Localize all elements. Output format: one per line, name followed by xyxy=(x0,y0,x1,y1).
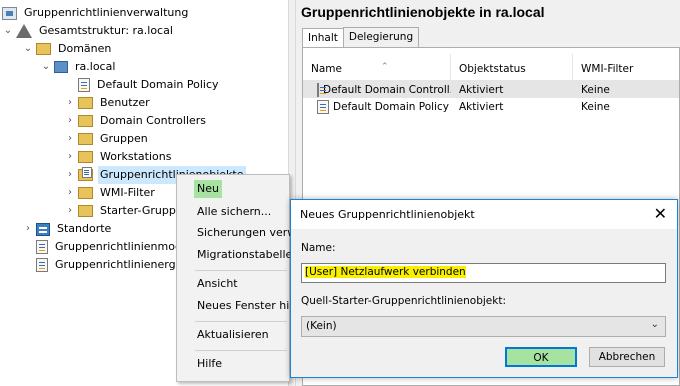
chevron-right-icon[interactable]: › xyxy=(64,148,76,166)
context-menu: Neu Alle sichern... Sicherungen verw Mig… xyxy=(176,174,296,382)
chevron-right-icon[interactable]: › xyxy=(64,130,76,148)
chevron-down-icon[interactable]: ⌄ xyxy=(2,22,14,40)
tree-item-gruppen[interactable]: › Gruppen xyxy=(64,130,150,148)
menu-separator xyxy=(195,270,287,271)
column-label: Name xyxy=(311,63,342,75)
menu-separator xyxy=(195,321,287,322)
tree-item-label: Default Domain Policy xyxy=(97,78,219,91)
gpo-icon xyxy=(317,99,329,114)
cell-wmi: Keine xyxy=(581,83,610,96)
tree-item-label: Gruppenrichtlinienverwaltung xyxy=(24,6,189,19)
table-row[interactable]: Default Domain Controll... Aktiviert Kei… xyxy=(303,81,679,98)
tree-item-label: Gesamtstruktur: ra.local xyxy=(39,24,173,37)
tree-item-label: Benutzer xyxy=(100,96,150,109)
column-header-name[interactable]: ⌃ Name xyxy=(303,54,451,80)
tree-item-forest[interactable]: ⌄ Gesamtstruktur: ra.local xyxy=(2,22,175,40)
close-icon[interactable]: ✕ xyxy=(654,205,667,223)
tree-item-label: Domain Controllers xyxy=(100,114,207,127)
tree-item-root[interactable]: Gruppenrichtlinienverwaltung xyxy=(2,4,190,22)
menu-item-neu[interactable]: Neu xyxy=(194,180,222,198)
tree-item-default-domain-policy[interactable]: Default Domain Policy xyxy=(64,76,221,94)
folder-icon xyxy=(78,115,93,127)
starter-gpo-value: (Kein) xyxy=(306,320,337,332)
ok-button[interactable]: OK xyxy=(505,347,577,367)
name-label: Name: xyxy=(301,242,336,254)
tree-item-workstations[interactable]: › Workstations xyxy=(64,148,173,166)
sites-icon xyxy=(36,222,50,236)
menu-item-migrationstabelle[interactable]: Migrationstabelle xyxy=(197,246,292,264)
chevron-down-icon[interactable]: ⌄ xyxy=(40,58,52,76)
column-header-status[interactable]: Objektstatus xyxy=(451,54,573,80)
tree-item-domain-ralocal[interactable]: ⌄ ra.local xyxy=(40,58,117,76)
menu-item-ansicht[interactable]: Ansicht xyxy=(197,275,238,293)
starter-gpo-select[interactable]: (Kein) ⌄ xyxy=(301,316,666,337)
tab-strip: Inhalt Delegierung xyxy=(302,27,420,48)
chevron-right-icon[interactable]: › xyxy=(64,94,76,112)
tab-delegierung[interactable]: Delegierung xyxy=(342,27,420,47)
sort-ascending-icon: ⌃ xyxy=(381,62,389,72)
name-input[interactable]: [User] Netzlaufwerk verbinden xyxy=(301,263,666,283)
chevron-right-icon[interactable]: › xyxy=(64,202,76,220)
tree-item-label: ra.local xyxy=(75,60,116,73)
column-header-wmi[interactable]: WMI-Filter xyxy=(573,54,679,80)
menu-separator xyxy=(195,350,287,351)
folder-icon xyxy=(78,133,93,145)
cell-name: Default Domain Policy xyxy=(303,99,451,114)
folder-icon xyxy=(78,97,93,109)
chevron-down-icon: ⌄ xyxy=(650,319,659,330)
results-icon xyxy=(36,258,48,272)
menu-item-sicherungen-verwalten[interactable]: Sicherungen verw xyxy=(197,224,296,242)
gpo-folder-icon xyxy=(78,167,93,181)
folder-icon xyxy=(36,43,51,55)
tree-item-label: WMI-Filter xyxy=(100,186,155,199)
chevron-down-icon[interactable]: ⌄ xyxy=(22,40,34,58)
tree-item-label: Workstations xyxy=(100,150,172,163)
menu-item-aktualisieren[interactable]: Aktualisieren xyxy=(197,326,269,344)
dialog-titlebar[interactable]: Neues Gruppenrichtlinienobjekt ✕ xyxy=(291,200,677,229)
page-title: Gruppenrichtlinienobjekte in ra.local xyxy=(301,4,545,20)
dialog-title: Neues Gruppenrichtlinienobjekt xyxy=(300,208,475,221)
tree-item-benutzer[interactable]: › Benutzer xyxy=(64,94,152,112)
new-gpo-dialog: Neues Gruppenrichtlinienobjekt ✕ Name: [… xyxy=(290,199,678,378)
chevron-right-icon[interactable]: › xyxy=(64,184,76,202)
tab-inhalt[interactable]: Inhalt xyxy=(302,28,344,48)
folder-icon xyxy=(78,205,93,217)
menu-item-neues-fenster[interactable]: Neues Fenster hie xyxy=(197,297,296,315)
gpo-link-icon xyxy=(78,78,90,92)
cell-name-text: Default Domain Controll... xyxy=(323,83,451,96)
tree-item-standorte[interactable]: › Standorte xyxy=(22,220,113,238)
tree-item-wmi-filter[interactable]: › WMI-Filter xyxy=(64,184,157,202)
cancel-button[interactable]: Abbrechen xyxy=(589,347,665,367)
tree-item-label: Domänen xyxy=(58,42,112,55)
cell-status: Aktiviert xyxy=(459,83,504,96)
modeling-icon xyxy=(36,240,48,254)
name-input-value: [User] Netzlaufwerk verbinden xyxy=(305,266,466,278)
gpmc-root-icon xyxy=(2,6,17,20)
list-header: ⌃ Name Objektstatus WMI-Filter xyxy=(303,54,679,81)
cell-wmi: Keine xyxy=(581,100,610,113)
starter-gpo-label: Quell-Starter-Gruppenrichtlinienobjekt: xyxy=(301,295,506,307)
menu-item-alle-sichern[interactable]: Alle sichern... xyxy=(197,203,271,221)
chevron-right-icon[interactable]: › xyxy=(64,166,76,184)
tree-item-label: Gruppen xyxy=(100,132,148,145)
table-row[interactable]: Default Domain Policy Aktiviert Keine xyxy=(303,98,679,115)
cell-name: Default Domain Controll... xyxy=(303,82,451,97)
forest-icon xyxy=(16,24,32,38)
menu-item-hilfe[interactable]: Hilfe xyxy=(197,355,222,373)
folder-icon xyxy=(78,187,93,199)
cell-status: Aktiviert xyxy=(459,100,504,113)
tree-item-domain-controllers[interactable]: › Domain Controllers xyxy=(64,112,208,130)
tree-item-domains[interactable]: ⌄ Domänen xyxy=(22,40,113,58)
cell-name-text: Default Domain Policy xyxy=(333,100,449,113)
chevron-right-icon[interactable]: › xyxy=(22,220,34,238)
chevron-right-icon[interactable]: › xyxy=(64,112,76,130)
folder-icon xyxy=(78,151,93,163)
tree-item-label: Standorte xyxy=(57,222,112,235)
domain-icon xyxy=(54,61,68,73)
gpo-icon xyxy=(317,82,326,97)
